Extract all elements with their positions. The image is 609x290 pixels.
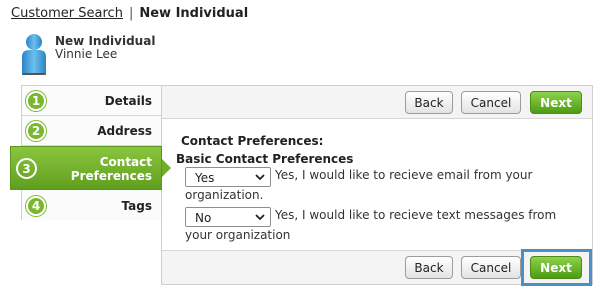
step-label: Tags: [121, 199, 152, 213]
email-preference-row: Yes Yes, I would like to recieve email f…: [185, 167, 585, 204]
step-label: Contact Preferences: [71, 155, 152, 183]
sub-title: Basic Contact Preferences: [176, 152, 354, 166]
active-step-arrow: [162, 159, 171, 177]
customer-name: Vinnie Lee: [55, 47, 118, 61]
step-number: 1: [26, 91, 46, 111]
step-details[interactable]: 1 Details: [22, 86, 161, 116]
step-label-line1: Contact: [99, 155, 152, 169]
cancel-button[interactable]: Cancel: [461, 91, 521, 114]
back-button[interactable]: Back: [405, 256, 453, 279]
chevron-down-icon: [255, 174, 265, 181]
step-label-line2: Preferences: [70, 169, 152, 183]
step-label: Address: [97, 124, 152, 138]
step-number: 4: [26, 196, 46, 216]
cancel-button[interactable]: Cancel: [461, 256, 521, 279]
next-button-highlight: [521, 249, 592, 286]
step-number: 2: [26, 121, 46, 141]
sms-preference-select[interactable]: No: [185, 207, 271, 227]
page-title: New Individual: [55, 34, 156, 48]
select-value: Yes: [195, 171, 215, 185]
person-icon: [22, 34, 46, 75]
breadcrumb: Customer Search | New Individual: [11, 6, 248, 21]
breadcrumb-current: New Individual: [139, 6, 249, 21]
top-toolbar: Back Cancel Next: [162, 86, 592, 119]
chevron-down-icon: [255, 214, 265, 221]
step-label: Details: [104, 94, 152, 108]
breadcrumb-link-customer-search[interactable]: Customer Search: [11, 6, 123, 21]
section-title: Contact Preferences:: [181, 134, 324, 148]
next-button[interactable]: Next: [530, 91, 582, 114]
step-address[interactable]: 2 Address: [22, 116, 161, 146]
step-number: 3: [16, 158, 37, 179]
email-preference-select[interactable]: Yes: [185, 167, 271, 187]
step-contact-preferences[interactable]: 3 Contact Preferences: [10, 146, 171, 190]
step-tags[interactable]: 4 Tags: [22, 191, 161, 220]
breadcrumb-separator: |: [128, 6, 134, 21]
back-button[interactable]: Back: [405, 91, 453, 114]
select-value: No: [195, 211, 212, 225]
sms-preference-row: No Yes, I would like to recieve text mes…: [185, 207, 585, 244]
